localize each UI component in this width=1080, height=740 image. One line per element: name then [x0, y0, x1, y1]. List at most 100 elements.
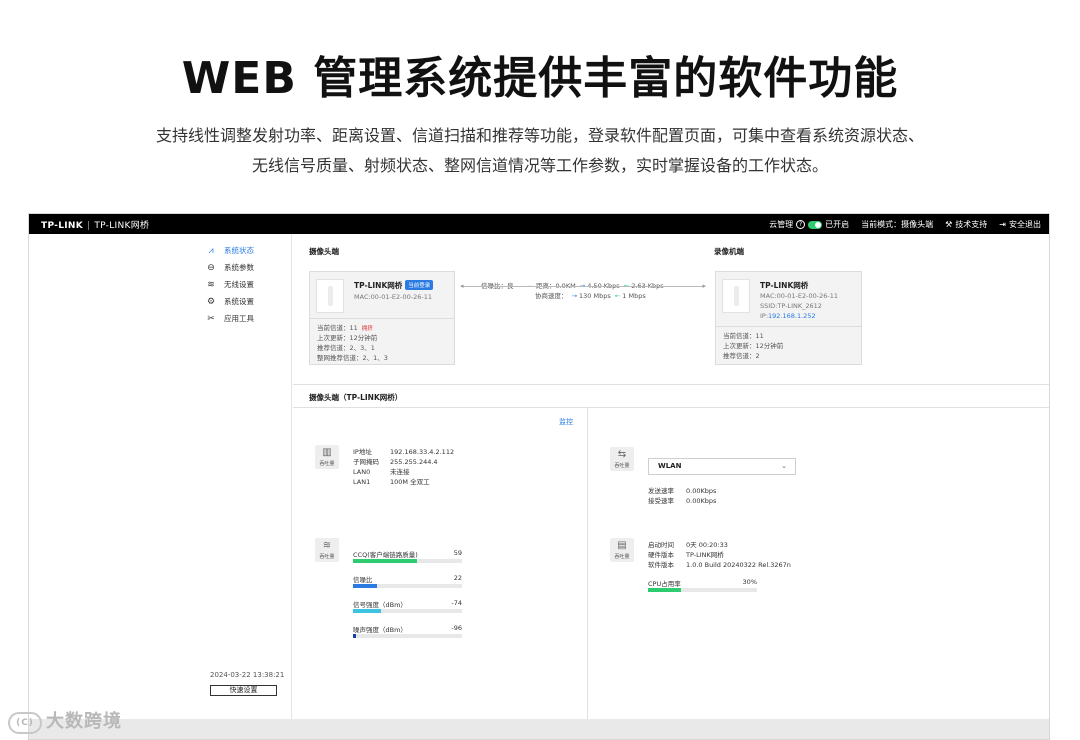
metric-bar-fill	[353, 609, 381, 613]
detail-section-title: 摄像头端（TP-LINK网桥）	[309, 393, 403, 402]
main-content: 摄像头端 录像机端 TP-LINK网桥 当前登录 MAC:00-01-E2-00-…	[293, 234, 1049, 719]
tech-support-label: 技术支持	[955, 220, 988, 229]
system-icon-caption: 吞吐量	[614, 554, 630, 560]
link-status: 信噪比：良 — — · 距离：0.0KM →4.50 Kbps ←2.63 Kb…	[460, 272, 706, 312]
send-rate-row: 发送速率 0.00Kbps	[648, 485, 716, 495]
cloud-management[interactable]: 云管理 ? 已开启	[769, 219, 849, 230]
lan1-key: LAN1	[353, 478, 371, 486]
metric-bar	[353, 634, 462, 638]
gear-icon: ⚙	[206, 296, 216, 307]
lan1-row: LAN1 100M 全双工	[353, 476, 430, 486]
lan0-row: LAN0 未连接	[353, 466, 410, 476]
sidebar-item-app-tools[interactable]: ✂ 应用工具	[205, 310, 254, 327]
lan1-value: 100M 全双工	[390, 478, 430, 486]
software-version-key: 软件版本	[648, 561, 674, 569]
camera-device-name-text: TP-LINK网桥	[354, 281, 403, 290]
metric-bar	[353, 584, 462, 588]
recv-rate-key: 接受速率	[648, 497, 674, 505]
metric-value: -74	[451, 599, 462, 607]
help-icon[interactable]: ?	[796, 220, 806, 229]
hardware-version-key: 硬件版本	[648, 551, 674, 559]
lan0-key: LAN0	[353, 468, 371, 476]
hero-subtitle-line1: 支持线性调整发射功率、距离设置、信道扫描和推荐等功能，登录软件配置页面，可集中查…	[155, 126, 924, 145]
sidebar-item-label: 系统设置	[224, 297, 254, 306]
recorder-side-title: 录像机端	[714, 247, 744, 256]
gauge-icon: ⊖	[207, 262, 215, 273]
subnet-mask-value: 255.255.244.4	[390, 458, 438, 466]
negotiate-up-rate: 130 Mbps	[579, 292, 611, 300]
cloud-label: 云管理	[769, 220, 794, 229]
sidebar-item-system-settings[interactable]: ⚙ 系统设置	[205, 293, 254, 310]
logout-icon: ⇥	[999, 220, 1006, 229]
upload-arrow-icon: →	[571, 292, 578, 300]
camera-current-channel: 当前信道：11 拥挤	[317, 322, 373, 332]
send-rate-key: 发送速率	[648, 487, 674, 495]
camera-device-card: TP-LINK网桥 当前登录 MAC:00-01-E2-00-26-11 当前信道…	[309, 271, 455, 365]
watermark: (C) 大数跨境	[8, 707, 122, 734]
download-arrow-icon: ←	[614, 292, 621, 300]
cloud-state: 已开启	[825, 220, 850, 229]
uptime-key: 启动时间	[648, 541, 674, 549]
top-bar: TP-LINK | TP-LINK网桥 云管理 ? 已开启 当前模式：摄像头端 ⚒ …	[29, 214, 1049, 234]
recorder-device-mac: MAC:00-01-E2-00-26-11	[760, 292, 838, 300]
uptime-row: 启动时间 0天 00:20:33	[648, 539, 728, 549]
recv-rate-value: 0.00Kbps	[686, 497, 717, 505]
recorder-device-card: TP-LINK网桥 MAC:00-01-E2-00-26-11 SSID:TP-…	[715, 271, 862, 365]
link-line	[463, 286, 703, 287]
subnet-mask-key: 子网掩码	[353, 458, 379, 466]
recorder-last-update: 上次更新：12分钟前	[723, 342, 784, 350]
tech-support-link[interactable]: ⚒ 技术支持	[945, 219, 987, 230]
wlan-select[interactable]: WLAN ⌄	[648, 458, 796, 475]
signal-icon-caption: 吞吐量	[319, 554, 335, 560]
mode-label: 当前模式：摄像头端	[861, 220, 934, 229]
cloud-toggle[interactable]	[808, 220, 823, 229]
logout-link[interactable]: ⇥ 安全退出	[999, 219, 1041, 230]
cpu-usage-value: 30%	[742, 578, 757, 586]
sidebar-item-label: 应用工具	[224, 314, 254, 323]
software-version-value: 1.0.0 Build 20240322 Rel.3267n	[686, 561, 791, 569]
transfer-icon: ⇆ 吞吐量	[610, 447, 634, 471]
camera-device-mac: MAC:00-01-E2-00-26-11	[354, 293, 432, 301]
current-datetime: 2024-03-22 13:38:21	[210, 671, 285, 679]
current-login-badge: 当前登录	[405, 280, 434, 290]
system-icon: ▤ 吞吐量	[610, 538, 634, 562]
metric-bar	[353, 609, 462, 613]
cpu-usage-label: CPU占用率	[648, 580, 681, 588]
monitor-link[interactable]: 监控	[559, 417, 573, 427]
camera-last-update: 上次更新：12分钟前	[317, 334, 378, 342]
link-quality-row: 信噪比：良 — — · 距离：0.0KM →4.50 Kbps ←2.63 Kb…	[481, 280, 664, 290]
recorder-ip-link[interactable]: 192.168.1.252	[768, 312, 816, 320]
camera-recommended-channel: 推荐信道：2、3、1	[317, 344, 375, 352]
brand-logo: TP-LINK | TP-LINK网桥	[41, 218, 149, 231]
brand-name: TP-LINK	[41, 221, 84, 231]
recorder-device-name: TP-LINK网桥	[760, 281, 809, 290]
sidebar-item-label: 系统状态	[224, 246, 254, 255]
negotiate-down-rate: 1 Mbps	[622, 292, 646, 300]
metric-bar-fill	[353, 634, 356, 638]
ip-address-value: 192.168.33.4.2.112	[390, 448, 455, 456]
ip-address-key: IP地址	[353, 448, 372, 456]
metric-bar-fill	[353, 584, 377, 588]
wifi-icon: ≋	[207, 279, 215, 290]
metric-value: 59	[453, 549, 462, 557]
software-version-row: 软件版本 1.0.0 Build 20240322 Rel.3267n	[648, 559, 791, 569]
divider	[310, 318, 454, 319]
divider	[716, 326, 861, 327]
hero-subtitle-line2: 无线信号质量、射频状态、整网信道情况等工作参数，实时掌握设备的工作状态。	[251, 156, 828, 175]
section-divider	[293, 384, 1049, 385]
sidebar-item-system-params[interactable]: ⊖ 系统参数	[205, 259, 254, 276]
web-admin-screenshot: TP-LINK | TP-LINK网桥 云管理 ? 已开启 当前模式：摄像头端 ⚒ …	[28, 213, 1050, 740]
recorder-current-channel: 当前信道：11	[723, 332, 764, 340]
arrow-left-icon: ◂	[460, 282, 464, 290]
transfer-icon-caption: 吞吐量	[614, 463, 630, 469]
hardware-version-row: 硬件版本 TP-LINK网桥	[648, 549, 724, 559]
sidebar-item-system-status[interactable]: ⩘ 系统状态	[205, 242, 254, 259]
metric-label: 信号强度（dBm）	[353, 601, 407, 609]
sidebar-item-wireless-settings[interactable]: ≋ 无线设置	[205, 276, 254, 293]
arrow-right-icon: ▸	[702, 282, 706, 290]
sidebar: ⩘ 系统状态 ⊖ 系统参数 ≋ 无线设置 ⚙ 系统设置 ✂ 应用工具 2024-…	[29, 234, 292, 719]
watermark-logo: (C)	[8, 712, 42, 734]
negotiate-label: 协商速度：	[535, 292, 568, 300]
recorder-device-ssid: SSID:TP-LINK_2612	[760, 302, 822, 310]
quick-setup-button[interactable]: 快速设置	[210, 685, 277, 696]
